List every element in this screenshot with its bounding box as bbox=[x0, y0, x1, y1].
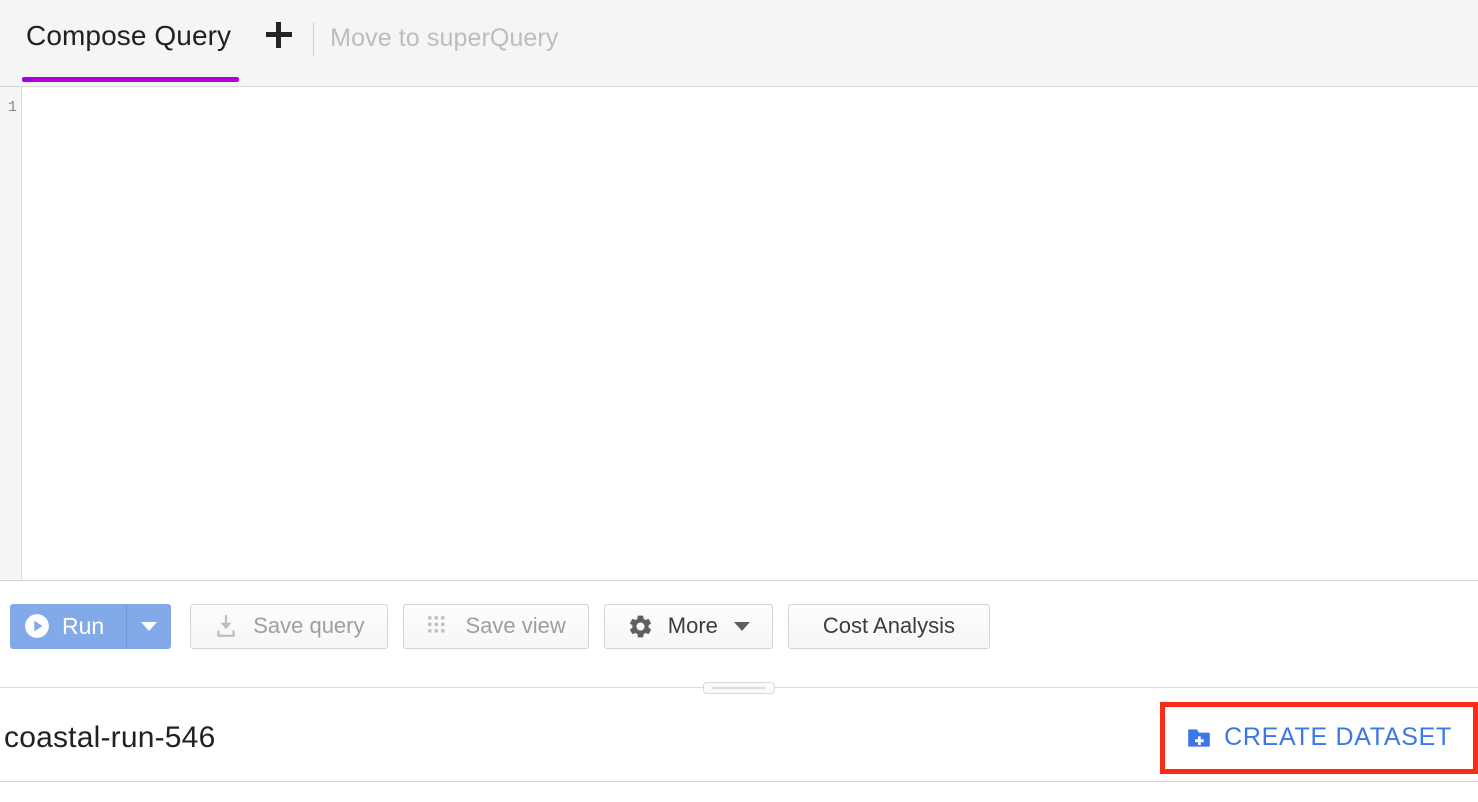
project-name[interactable]: coastal-run-546 bbox=[0, 721, 215, 755]
grid-dots-icon bbox=[427, 616, 444, 633]
create-dataset-button[interactable]: CREATE DATASET bbox=[1186, 723, 1452, 753]
more-button-label: More bbox=[667, 613, 718, 638]
save-query-button[interactable]: Save query bbox=[190, 603, 388, 649]
save-query-label: Save query bbox=[253, 613, 365, 638]
active-tab-indicator bbox=[22, 77, 240, 82]
plus-icon bbox=[266, 22, 293, 48]
line-number: 1 bbox=[7, 99, 17, 116]
save-view-button[interactable]: Save view bbox=[402, 603, 589, 649]
tab-compose-query-label: Compose Query bbox=[26, 20, 232, 51]
sql-code-input[interactable] bbox=[22, 87, 1478, 580]
run-button-label: Run bbox=[62, 612, 105, 639]
gear-icon bbox=[629, 615, 651, 637]
download-save-icon bbox=[217, 615, 235, 637]
line-number-gutter: 1 bbox=[0, 87, 22, 580]
query-editor-page: Compose Query Move to superQuery 1 Run S… bbox=[0, 0, 1478, 802]
play-circle-icon bbox=[25, 614, 49, 638]
move-to-superquery-link[interactable]: Move to superQuery bbox=[330, 24, 558, 53]
create-dataset-label: CREATE DATASET bbox=[1224, 723, 1452, 751]
more-button[interactable]: More bbox=[603, 603, 773, 649]
create-dataset-highlight-wrap: CREATE DATASET bbox=[1160, 701, 1478, 774]
drag-handle-icon[interactable] bbox=[703, 682, 775, 694]
project-row: coastal-run-546 CREATE DATASET bbox=[0, 694, 1478, 782]
run-split-button: Run bbox=[10, 603, 172, 649]
run-dropdown-button[interactable] bbox=[127, 603, 172, 649]
run-button[interactable]: Run bbox=[10, 603, 128, 649]
chevron-down-icon bbox=[733, 621, 750, 631]
cost-analysis-button[interactable]: Cost Analysis bbox=[787, 603, 990, 649]
footer-strip bbox=[0, 783, 1478, 802]
save-view-label: Save view bbox=[465, 613, 566, 638]
header-divider bbox=[313, 22, 315, 56]
tab-bar: Compose Query Move to superQuery bbox=[0, 0, 1478, 87]
chevron-down-icon bbox=[141, 621, 158, 631]
cost-analysis-label: Cost Analysis bbox=[822, 613, 955, 638]
tab-compose-query[interactable]: Compose Query bbox=[0, 0, 261, 86]
folder-add-icon bbox=[1188, 728, 1210, 747]
editor-toolbar: Run Save query Save view More Cost Analy… bbox=[0, 582, 1478, 670]
new-tab-button[interactable] bbox=[257, 0, 301, 86]
query-editor: 1 bbox=[0, 87, 1478, 581]
panel-splitter[interactable] bbox=[0, 682, 1478, 694]
